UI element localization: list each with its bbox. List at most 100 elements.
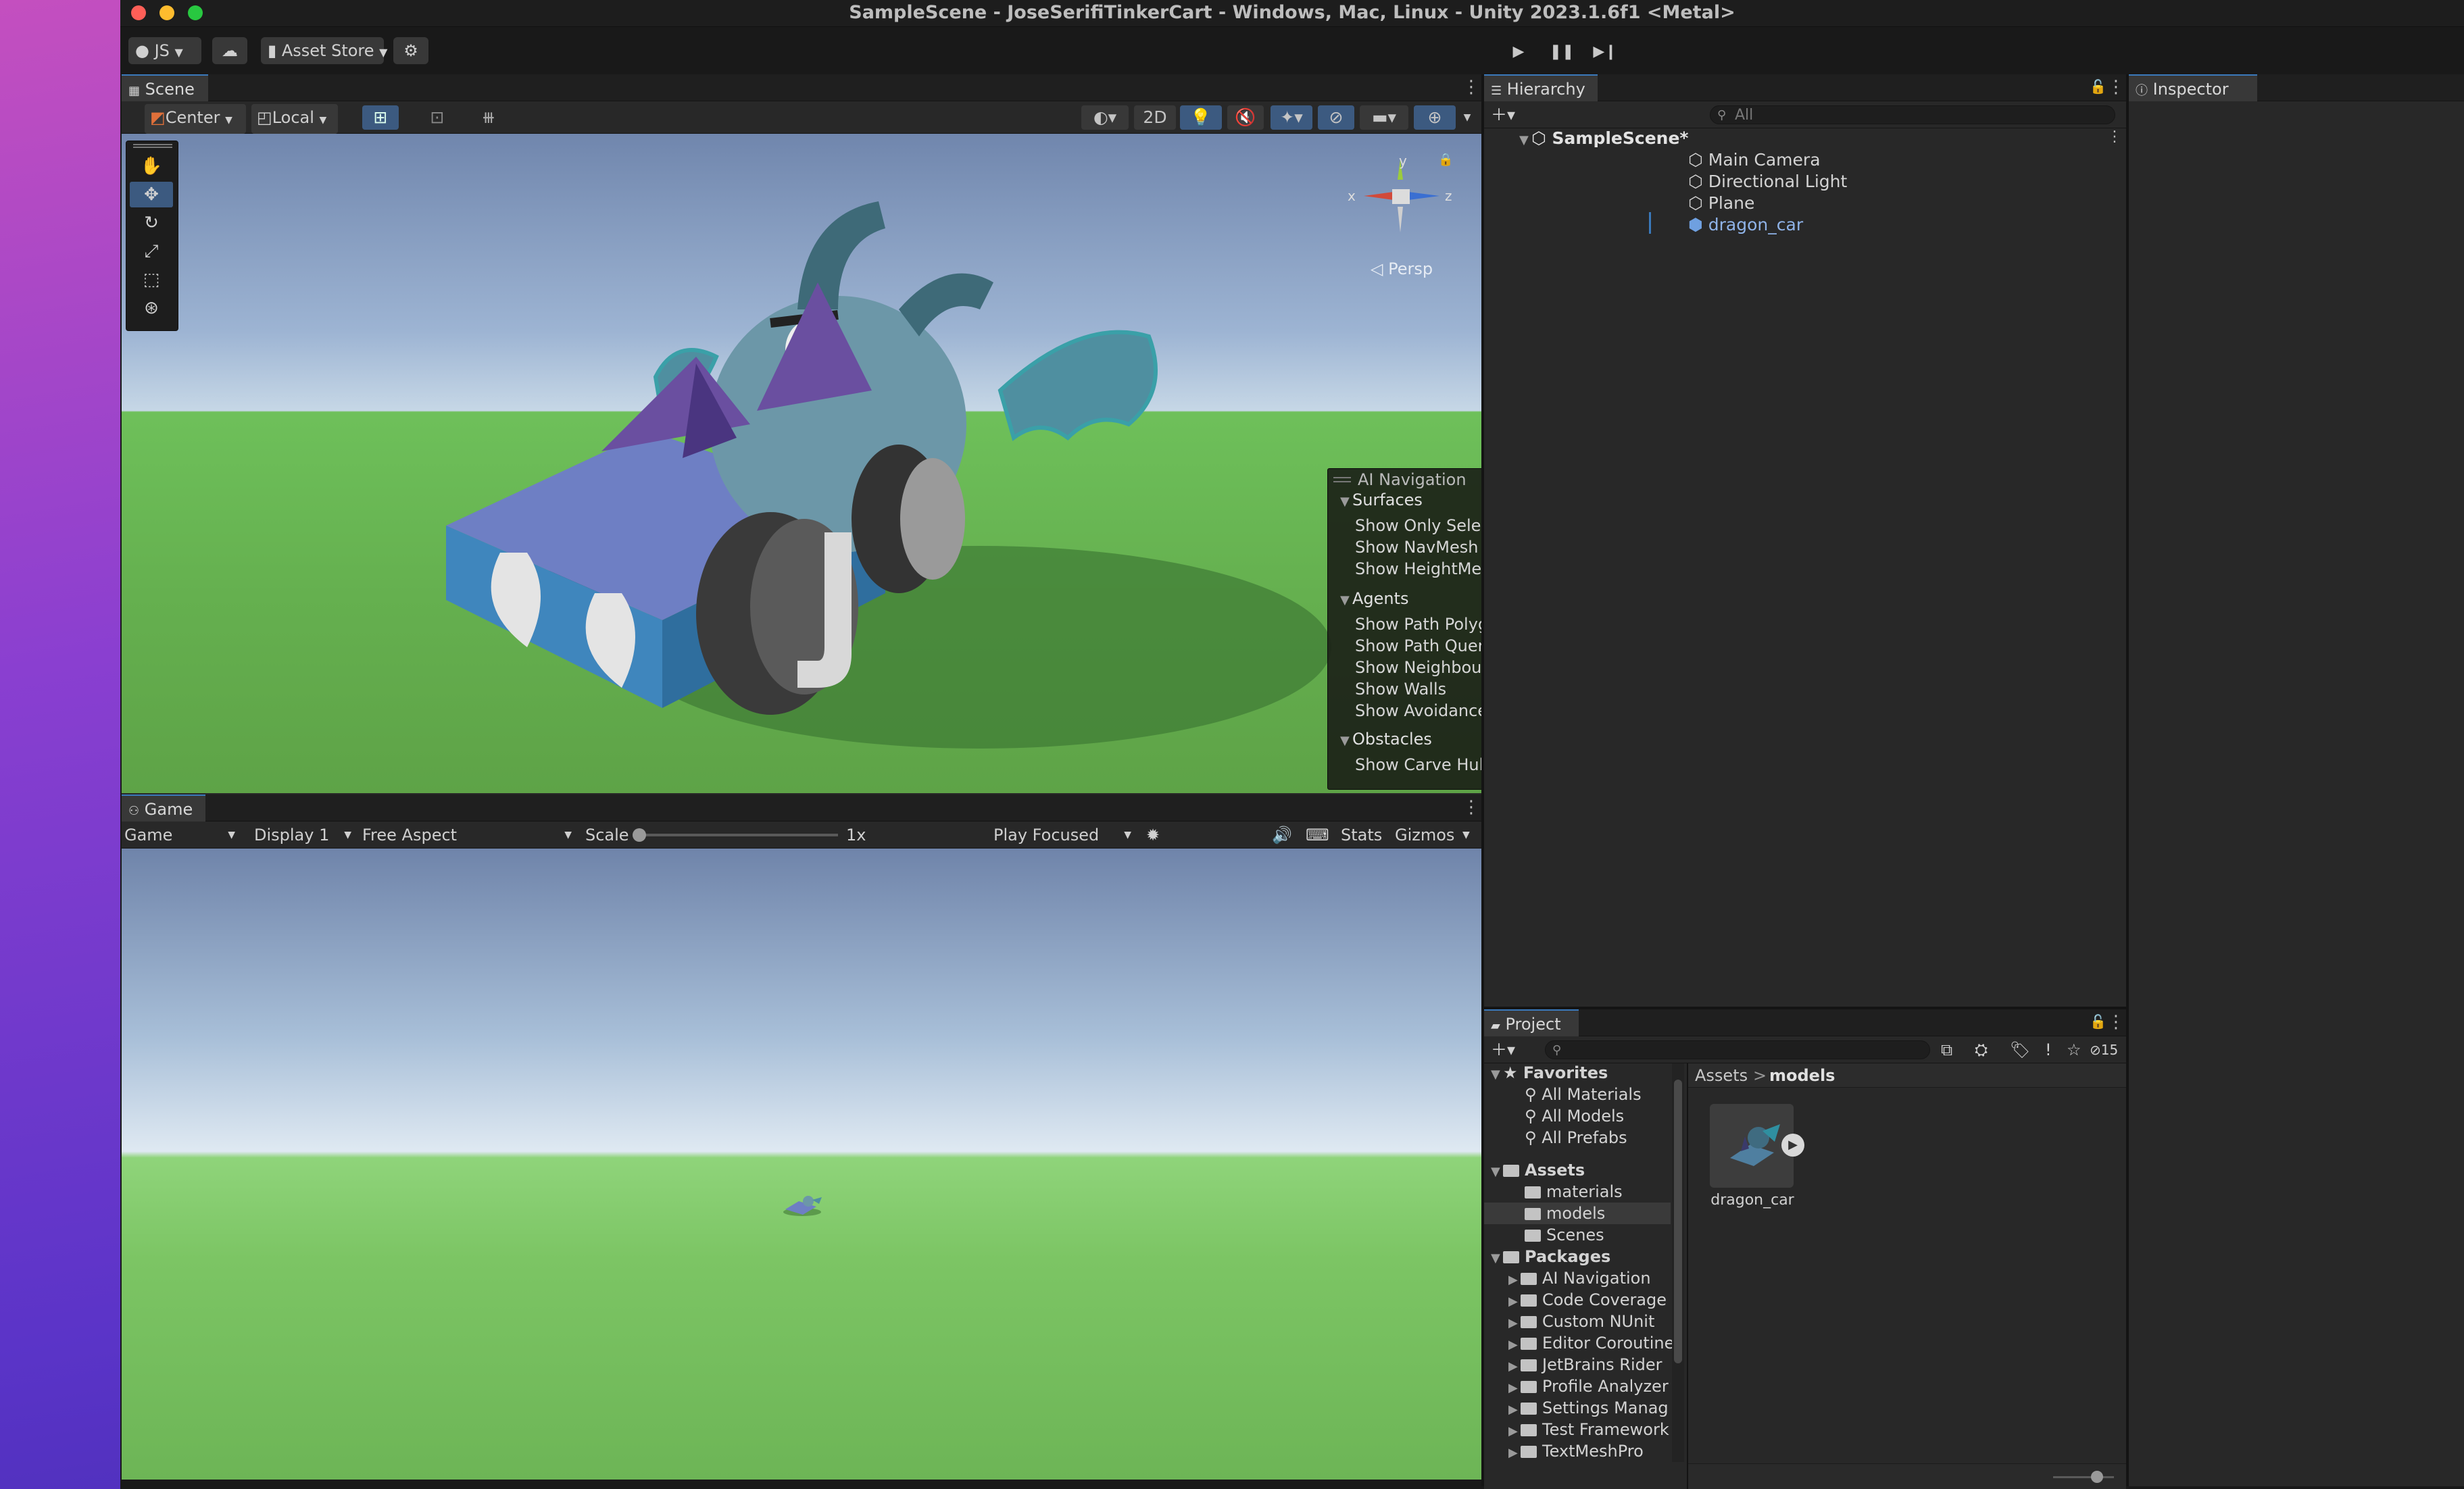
- favorite-item[interactable]: ⚲ All Prefabs: [1525, 1128, 1627, 1150]
- play-mode-dropdown[interactable]: Play Focused ▼: [993, 822, 1135, 849]
- hierarchy-item-main-camera[interactable]: ⬡ Main Camera: [1688, 150, 1821, 172]
- packages-header[interactable]: ▼ Packages: [1491, 1247, 1610, 1269]
- increment-snap-icon[interactable]: ⊡: [419, 105, 455, 130]
- play-icon[interactable]: ▶: [1502, 41, 1535, 64]
- cloud-icon[interactable]: ☁: [212, 37, 247, 64]
- package-item[interactable]: ▶ Editor Coroutine: [1508, 1334, 1674, 1355]
- gizmos-icon[interactable]: ⊕: [1414, 105, 1456, 130]
- package-item[interactable]: ▶ JetBrains Rider: [1508, 1355, 1662, 1377]
- grid-snap-icon[interactable]: ⊞: [362, 105, 399, 130]
- folder-tree-scrollbar[interactable]: [1672, 1063, 1684, 1462]
- effects-icon[interactable]: ✦▾: [1271, 105, 1312, 130]
- search-by-type-icon[interactable]: ⧉: [1941, 1036, 1952, 1063]
- pivot-dropdown[interactable]: ◩Center ▼: [145, 104, 246, 134]
- kebab-menu-icon[interactable]: ⋮: [2107, 128, 2122, 145]
- chevron-down-icon[interactable]: ▼: [1457, 105, 1477, 130]
- visibility-icon[interactable]: ⊘: [1318, 105, 1354, 130]
- scene-viewport[interactable]: ✋ ✥ ↻ ⤢ ⬚ ⊛ y x z 🔒 ◁ Persp: [122, 134, 1481, 793]
- label-icon[interactable]: 🏷: [2010, 1036, 2030, 1063]
- chevron-down-icon[interactable]: ▼: [1462, 822, 1470, 849]
- package-item[interactable]: ▶ AI Navigation: [1508, 1269, 1651, 1290]
- audio-icon[interactable]: 🔇: [1227, 105, 1264, 130]
- shading-mode-icon[interactable]: ◐▾: [1081, 105, 1129, 130]
- lighting-icon[interactable]: 💡: [1180, 105, 1222, 130]
- account-dropdown[interactable]: ● JS ▼: [128, 37, 201, 64]
- tab-hierarchy[interactable]: ☰ Hierarchy: [1484, 74, 1598, 101]
- asset-folder-item[interactable]: materials: [1525, 1182, 1623, 1204]
- aspect-dropdown[interactable]: Free Aspect ▼: [362, 822, 576, 849]
- drag-handle-icon[interactable]: [1333, 477, 1351, 482]
- package-item[interactable]: ▶ TextMeshPro: [1508, 1442, 1644, 1463]
- lock-icon[interactable]: 🔒: [1438, 153, 1453, 167]
- tab-project[interactable]: ▰ Project: [1484, 1009, 1579, 1036]
- bug-icon[interactable]: ✹: [1146, 822, 1160, 849]
- rotate-tool-icon[interactable]: ↻: [130, 210, 173, 236]
- panel-divider[interactable]: [1484, 1007, 2126, 1009]
- lock-icon[interactable]: 🔓: [2090, 78, 2106, 95]
- favorite-item[interactable]: ⚲ All Models: [1525, 1107, 1624, 1128]
- perspective-label[interactable]: ◁ Persp: [1371, 259, 1433, 278]
- package-item[interactable]: ▶ Settings Manag: [1508, 1398, 1669, 1420]
- star-icon[interactable]: ☆: [2067, 1036, 2081, 1063]
- package-item[interactable]: ▶ Profile Analyzer: [1508, 1377, 1669, 1398]
- add-icon[interactable]: ＋▾: [1491, 1036, 1515, 1063]
- gizmos-button[interactable]: Gizmos: [1395, 822, 1454, 849]
- scene-root-row[interactable]: ▼ ⬡ SampleScene*: [1519, 128, 1688, 150]
- scrollbar-thumb[interactable]: [1674, 1080, 1682, 1363]
- scale-slider-thumb[interactable]: [633, 828, 646, 842]
- hierarchy-item-dragon-car[interactable]: ⬢ dragon_car: [1688, 215, 1803, 236]
- favorites-header[interactable]: ▼ ★ Favorites: [1491, 1063, 1608, 1085]
- breadcrumb-root[interactable]: Assets: [1695, 1066, 1748, 1085]
- move-tool-icon[interactable]: ✥: [130, 182, 173, 207]
- asset-store-dropdown[interactable]: ▮ Asset Store ▼: [261, 37, 387, 64]
- align-snap-icon[interactable]: ⧻: [470, 105, 507, 130]
- dragon-car-model[interactable]: [122, 134, 1481, 793]
- favorite-item[interactable]: ⚲ All Materials: [1525, 1085, 1642, 1107]
- tab-inspector[interactable]: ⓘ Inspector: [2129, 74, 2257, 101]
- warning-icon[interactable]: !: [2045, 1036, 2052, 1063]
- step-icon[interactable]: ▶❙: [1588, 41, 1622, 64]
- game-viewport[interactable]: [122, 849, 1481, 1480]
- display-dropdown[interactable]: Display 1 ▼: [254, 822, 355, 849]
- hierarchy-item-plane[interactable]: ⬡ Plane: [1688, 193, 1754, 215]
- kebab-menu-icon[interactable]: ⋮: [2107, 1012, 2125, 1032]
- toggle-2d-button[interactable]: 2D: [1134, 105, 1176, 130]
- panel-divider[interactable]: [1481, 74, 1484, 1486]
- hierarchy-search-input[interactable]: ⚲ All: [1710, 105, 2115, 124]
- play-preview-icon[interactable]: ▶: [1781, 1134, 1804, 1157]
- package-item[interactable]: ▶ Code Coverage: [1508, 1290, 1667, 1312]
- tab-scene[interactable]: ▦ Scene: [122, 74, 208, 101]
- gear-icon[interactable]: ⚙: [393, 37, 428, 64]
- hidden-packages-counter[interactable]: ⊘15: [2090, 1036, 2118, 1063]
- thumbnail-size-slider[interactable]: [2053, 1476, 2114, 1478]
- thumbnail-size-thumb[interactable]: [2091, 1471, 2103, 1483]
- asset-folder-item-models[interactable]: models: [1525, 1204, 1605, 1226]
- transform-tool-icon[interactable]: ⊛: [130, 295, 173, 321]
- rect-tool-icon[interactable]: ⬚: [130, 267, 173, 293]
- kebab-menu-icon[interactable]: ⋮: [1462, 77, 1480, 97]
- panel-divider[interactable]: [2126, 74, 2129, 1486]
- tab-game[interactable]: ⚇ Game: [122, 794, 205, 822]
- mute-audio-icon[interactable]: 🔊: [1272, 822, 1292, 849]
- surfaces-section-header[interactable]: ▼ Surfaces: [1340, 490, 1423, 513]
- package-item[interactable]: ▶ Test Framework: [1508, 1420, 1669, 1442]
- kebab-menu-icon[interactable]: ⋮: [2107, 77, 2125, 97]
- stats-button[interactable]: Stats: [1341, 822, 1382, 849]
- hand-tool-icon[interactable]: ✋: [130, 153, 173, 179]
- drag-handle-icon[interactable]: [133, 144, 172, 148]
- project-search-input[interactable]: ⚲: [1545, 1040, 1930, 1059]
- assets-header[interactable]: ▼ Assets: [1491, 1161, 1585, 1182]
- asset-folder-item[interactable]: Scenes: [1525, 1226, 1604, 1247]
- space-dropdown[interactable]: ◰Local ▼: [251, 104, 338, 134]
- scale-tool-icon[interactable]: ⤢: [130, 238, 173, 264]
- package-item[interactable]: ▶ Custom NUnit: [1508, 1312, 1654, 1334]
- orientation-gizmo[interactable]: y x z 🔒: [1344, 153, 1465, 254]
- add-icon[interactable]: ＋▾: [1491, 101, 1515, 128]
- obstacles-section-header[interactable]: ▼ Obstacles: [1340, 730, 1432, 753]
- view-mode-dropdown[interactable]: Game ▼: [124, 822, 239, 849]
- agents-section-header[interactable]: ▼ Agents: [1340, 589, 1409, 612]
- pause-icon[interactable]: ❚❚: [1545, 41, 1579, 64]
- scale-slider-track[interactable]: [635, 834, 838, 836]
- kebab-menu-icon[interactable]: ⋮: [1462, 797, 1480, 817]
- hierarchy-item-directional-light[interactable]: ⬡ Directional Light: [1688, 172, 1847, 193]
